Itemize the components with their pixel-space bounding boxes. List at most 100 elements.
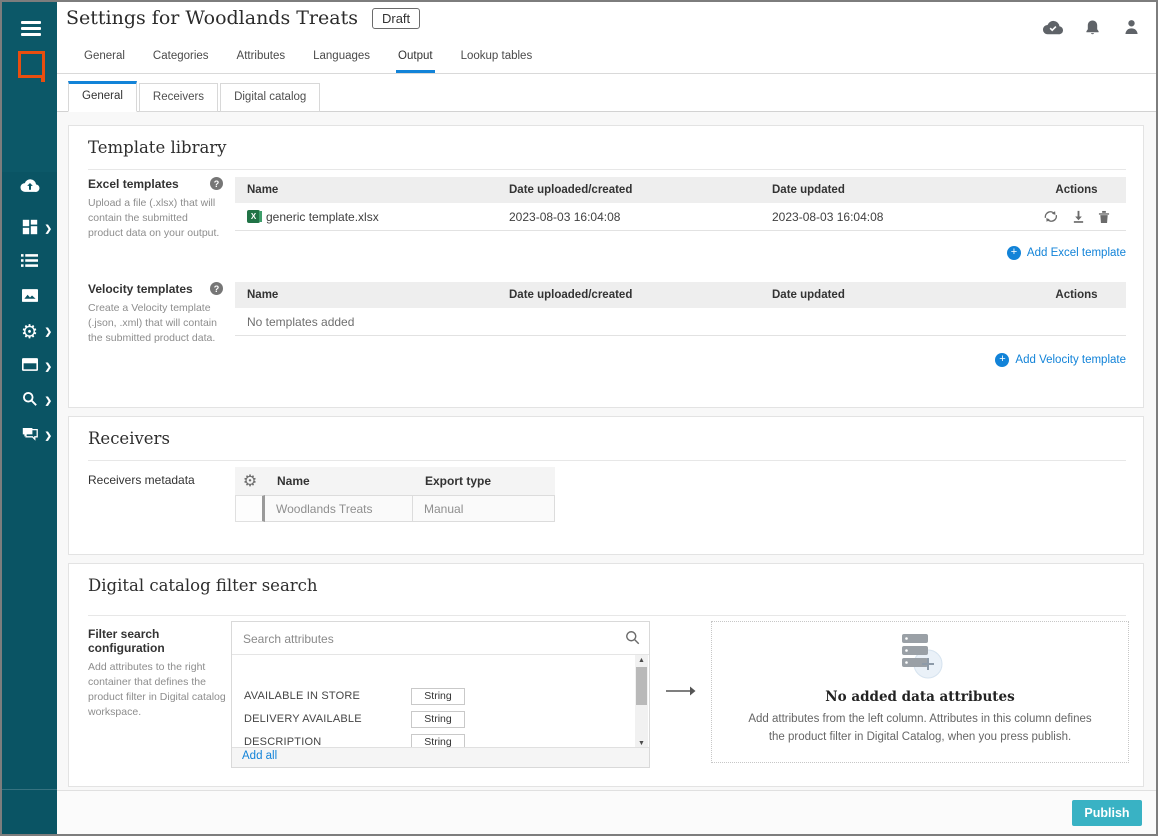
download-icon[interactable] — [1072, 210, 1085, 223]
chevron-right-icon: ❯ — [44, 224, 52, 235]
table-header: Name Date uploaded/created Date updated … — [235, 177, 1126, 203]
list-icon — [21, 254, 38, 272]
empty-table-message: No templates added — [235, 308, 1126, 336]
search-icon — [22, 391, 37, 411]
chevron-right-icon: ❯ — [44, 327, 52, 338]
add-excel-template-button[interactable]: + Add Excel template — [1007, 246, 1126, 260]
sidebar-item-settings[interactable]: ⚙ ❯ — [2, 315, 57, 349]
sidebar-item-dashboard[interactable]: ❯ — [2, 212, 57, 246]
transfer-arrow-icon — [666, 684, 696, 702]
empty-panel-description: Add attributes from the left column. Att… — [741, 711, 1099, 747]
add-velocity-template-button[interactable]: + Add Velocity template — [995, 353, 1126, 367]
attribute-search-row — [232, 622, 649, 655]
gear-icon: ⚙ — [21, 323, 38, 342]
table-settings-gear-icon[interactable]: ⚙ — [235, 473, 265, 489]
tab-attributes[interactable]: Attributes — [235, 41, 288, 73]
chat-icon — [22, 427, 38, 446]
list-item[interactable]: AVAILABLE IN STORE String — [232, 685, 633, 708]
replace-icon[interactable] — [1043, 210, 1059, 223]
list-item[interactable]: DELIVERY AVAILABLE String — [232, 708, 633, 731]
footer-bar: Publish — [57, 790, 1156, 834]
column-date-updated: Date updated — [760, 184, 1027, 196]
status-badge: Draft — [372, 8, 420, 29]
sidebar: ❯ ⚙ ❯ ❯ ❯ ❯ — [2, 2, 57, 834]
date-updated-value: 2023-08-03 16:04:08 — [760, 210, 1027, 224]
column-date-uploaded: Date uploaded/created — [497, 184, 760, 196]
orange-square-logo[interactable] — [18, 51, 45, 78]
column-name: Name — [235, 289, 497, 301]
empty-panel-title: No added data attributes — [712, 689, 1128, 705]
filter-config-description: Add attributes to the right container th… — [88, 660, 228, 720]
column-date-uploaded: Date uploaded/created — [497, 289, 760, 301]
scrollbar-thumb[interactable] — [636, 667, 647, 705]
attribute-list: AVAILABLE IN STORE String DELIVERY AVAIL… — [232, 655, 649, 749]
user-avatar-icon[interactable] — [1120, 16, 1142, 38]
tab-general[interactable]: General — [82, 41, 127, 73]
column-actions: Actions — [1027, 289, 1126, 301]
topbar: Settings for Woodlands Treats Draft Gene… — [57, 2, 1156, 74]
sidebar-item-upload[interactable] — [2, 171, 57, 205]
table-row: Woodlands Treats Manual — [235, 495, 555, 522]
sidebar-item-list[interactable] — [2, 246, 57, 280]
receivers-metadata-section: Receivers metadata ⚙ Name Export type Wo… — [88, 467, 1126, 522]
receivers-metadata-label: Receivers metadata — [88, 473, 221, 487]
template-file-name[interactable]: generic template.xlsx — [266, 210, 379, 224]
excel-templates-description: Upload a file (.xlsx) that will contain … — [88, 196, 221, 241]
section-title-filter-search: Digital catalog filter search — [88, 576, 318, 595]
page-title: Settings for Woodlands Treats — [66, 7, 358, 29]
divider — [88, 460, 1126, 461]
column-name: Name — [235, 184, 497, 196]
notifications-bell-icon[interactable] — [1081, 16, 1103, 38]
hamburger-menu-icon[interactable] — [21, 21, 41, 36]
chevron-right-icon: ❯ — [44, 431, 52, 442]
column-date-updated: Date updated — [760, 289, 1027, 301]
divider — [88, 169, 1126, 170]
tab-output[interactable]: Output — [396, 41, 435, 73]
add-all-link[interactable]: Add all — [242, 750, 277, 762]
excel-templates-table: Name Date uploaded/created Date updated … — [235, 177, 1126, 231]
row-drag-handle[interactable] — [235, 495, 265, 522]
velocity-templates-description: Create a Velocity template (.json, .xml)… — [88, 301, 221, 346]
scrollbar[interactable]: ▲ ▼ — [635, 655, 648, 749]
velocity-templates-label: Velocity templates — [88, 282, 221, 296]
subtab-digital-catalog[interactable]: Digital catalog — [220, 83, 320, 112]
subtab-general[interactable]: General — [68, 81, 137, 112]
output-subtab-bar: General Receivers Digital catalog — [57, 74, 1156, 112]
search-icon[interactable] — [625, 630, 640, 650]
table-header: ⚙ Name Export type — [235, 467, 555, 495]
table-header: Name Date uploaded/created Date updated … — [235, 282, 1126, 308]
column-export-type: Export type — [413, 474, 555, 488]
tab-categories[interactable]: Categories — [151, 41, 211, 73]
chevron-right-icon: ❯ — [44, 362, 52, 373]
cloud-sync-icon[interactable] — [1042, 16, 1064, 38]
section-title-template-library: Template library — [88, 138, 227, 157]
filter-config-label: Filter search configuration — [88, 627, 228, 655]
attribute-picker-panel: AVAILABLE IN STORE String DELIVERY AVAIL… — [231, 621, 650, 768]
sidebar-item-media[interactable] — [2, 281, 57, 315]
receiver-name-value[interactable]: Woodlands Treats — [265, 495, 413, 522]
sidebar-item-panels[interactable]: ❯ — [2, 350, 57, 384]
sidebar-item-chat[interactable]: ❯ — [2, 419, 57, 453]
dashboard-grid-icon — [22, 219, 38, 240]
browser-card-icon — [22, 358, 38, 376]
divider — [88, 615, 1126, 616]
database-add-icon — [892, 669, 948, 686]
receivers-table: ⚙ Name Export type Woodlands Treats Manu… — [235, 467, 555, 522]
help-icon[interactable]: ? — [210, 177, 223, 190]
scroll-up-icon[interactable]: ▲ — [635, 655, 648, 666]
image-icon — [22, 289, 38, 307]
publish-button[interactable]: Publish — [1072, 800, 1142, 826]
sidebar-item-search[interactable]: ❯ — [2, 384, 57, 418]
plus-circle-icon: + — [1007, 246, 1021, 260]
help-icon[interactable]: ? — [210, 282, 223, 295]
search-attributes-input[interactable] — [243, 629, 603, 648]
attribute-name: AVAILABLE IN STORE — [244, 690, 360, 702]
template-library-card: Template library Excel templates ? Uploa… — [68, 125, 1144, 408]
receiver-export-type-value[interactable]: Manual — [413, 495, 555, 522]
subtab-receivers[interactable]: Receivers — [139, 83, 218, 112]
chevron-right-icon: ❯ — [44, 396, 52, 407]
delete-icon[interactable] — [1098, 210, 1110, 223]
tab-lookup-tables[interactable]: Lookup tables — [459, 41, 535, 73]
excel-templates-label: Excel templates — [88, 177, 221, 191]
tab-languages[interactable]: Languages — [311, 41, 372, 73]
